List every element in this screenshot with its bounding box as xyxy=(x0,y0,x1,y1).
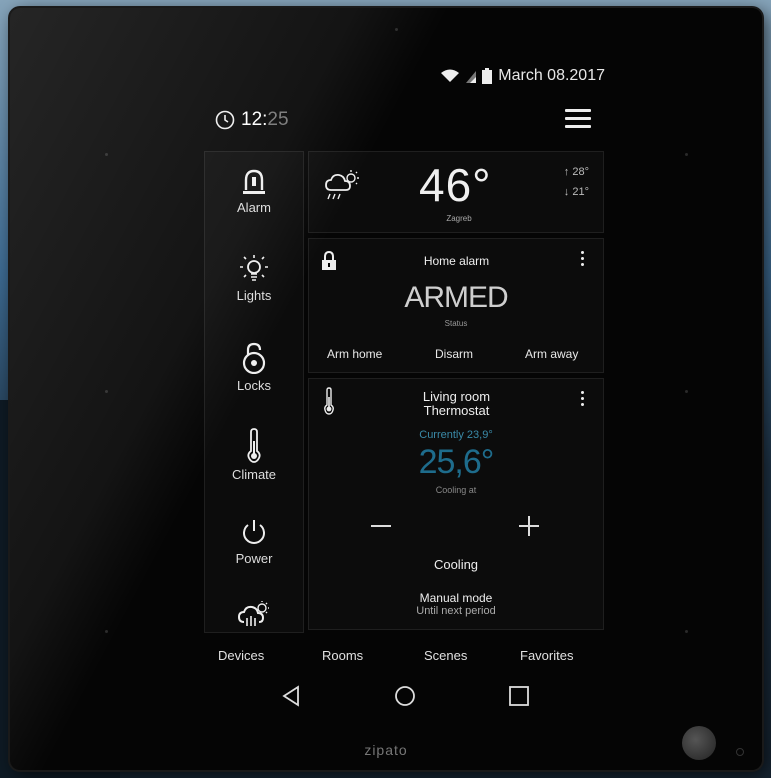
thermostat-more-icon[interactable] xyxy=(581,391,585,407)
weather-low: ↓ 21° xyxy=(563,186,589,198)
partly-cloudy-rain-icon xyxy=(325,170,359,200)
sidebar-item-climate[interactable]: Climate xyxy=(205,427,303,482)
light-sensor xyxy=(682,726,716,760)
sidebar-item-lights[interactable]: Lights xyxy=(205,254,303,303)
back-icon[interactable] xyxy=(281,685,301,707)
padlock-icon xyxy=(322,251,336,270)
tab-scenes[interactable]: Scenes xyxy=(424,648,467,663)
alarm-icon xyxy=(243,169,265,194)
clock: 12:25 xyxy=(215,109,289,131)
screw-dot xyxy=(105,153,108,156)
bottom-tabs: Devices Rooms Scenes Favorites xyxy=(195,648,605,668)
arm-away-button[interactable]: Arm away xyxy=(525,347,578,361)
setpoint-temperature: 25,6° xyxy=(418,443,495,481)
screw-dot xyxy=(105,390,108,393)
weather-high-low: ↑ 28° ↓ 21° xyxy=(564,162,589,202)
tab-favorites[interactable]: Favorites xyxy=(520,648,573,663)
weather-card[interactable]: 46° Zagreb ↑ 28° ↓ 21° xyxy=(308,151,604,233)
wifi-icon xyxy=(441,69,460,82)
tab-devices[interactable]: Devices xyxy=(218,648,264,663)
android-nav-bar xyxy=(195,685,605,715)
screw-dot xyxy=(685,630,688,633)
wall-panel-device: March 08.2017 12:25 Alarm Lights Locks C… xyxy=(10,8,762,770)
tab-rooms[interactable]: Rooms xyxy=(322,648,363,663)
thermostat-type: Thermostat xyxy=(423,403,490,418)
status-bar: March 08.2017 xyxy=(440,67,605,85)
home-icon[interactable] xyxy=(394,685,416,707)
sidebar-item-alarm[interactable]: Alarm xyxy=(205,168,303,215)
manual-mode-label: Manual mode xyxy=(419,591,493,605)
decrease-temperature-button[interactable] xyxy=(369,511,395,541)
alarm-title: Home alarm xyxy=(423,254,490,268)
weather-temperature: 46° xyxy=(419,159,492,211)
thermostat-room: Living room xyxy=(422,389,491,404)
alarm-status-label: Status xyxy=(444,319,468,328)
thermostat-mode[interactable]: Cooling xyxy=(309,557,603,572)
thermostat-card: Living room Thermostat Currently 23,9° 2… xyxy=(308,378,604,630)
increase-temperature-button[interactable] xyxy=(517,511,543,541)
weather-icon xyxy=(237,601,269,626)
sidebar-item-weather[interactable] xyxy=(205,600,303,632)
manual-mode-sub: Until next period xyxy=(416,605,496,617)
cooling-at-label: Cooling at xyxy=(435,485,477,495)
manual-mode[interactable]: Manual mode Until next period xyxy=(309,592,603,618)
home-alarm-card: Home alarm ARMED Status Arm home Disarm … xyxy=(308,238,604,373)
current-temperature: Currently 23,9° xyxy=(419,429,493,441)
thermometer-icon xyxy=(324,387,334,415)
brand-logo: zipato xyxy=(364,742,408,758)
screw-dot xyxy=(685,153,688,156)
screw-dot xyxy=(105,630,108,633)
alarm-more-icon[interactable] xyxy=(581,251,585,267)
thermostat-title: Living room Thermostat xyxy=(369,390,544,418)
camera-dot xyxy=(395,28,398,31)
sidebar-item-label: Climate xyxy=(231,467,277,482)
signal-icon xyxy=(466,71,477,83)
sidebar-item-label: Locks xyxy=(237,378,271,393)
weather-high: ↑ 28° xyxy=(563,166,589,178)
lock-icon xyxy=(242,342,266,374)
weather-city: Zagreb xyxy=(446,214,472,223)
power-icon xyxy=(243,520,265,544)
clock-minutes: 25 xyxy=(267,109,289,130)
screen: March 08.2017 12:25 Alarm Lights Locks C… xyxy=(195,63,605,708)
recents-icon[interactable] xyxy=(508,685,530,707)
alarm-state: ARMED xyxy=(404,281,508,314)
proximity-sensor xyxy=(736,748,744,756)
disarm-button[interactable]: Disarm xyxy=(435,347,473,361)
sidebar-item-power[interactable]: Power xyxy=(205,517,303,566)
menu-icon[interactable] xyxy=(565,109,591,129)
thermometer-icon xyxy=(247,428,261,463)
clock-hours: 12 xyxy=(241,109,263,130)
sidebar-item-label: Lights xyxy=(236,288,272,303)
sidebar-item-label: Power xyxy=(235,551,273,566)
status-date: March 08.2017 xyxy=(498,67,605,84)
battery-icon xyxy=(482,68,493,84)
arm-home-button[interactable]: Arm home xyxy=(327,347,382,361)
clock-icon xyxy=(215,110,235,130)
screw-dot xyxy=(685,390,688,393)
sidebar-item-locks[interactable]: Locks xyxy=(205,342,303,393)
sidebar: Alarm Lights Locks Climate Power xyxy=(204,151,304,633)
lightbulb-icon xyxy=(240,255,268,281)
sidebar-item-label: Alarm xyxy=(237,200,271,215)
